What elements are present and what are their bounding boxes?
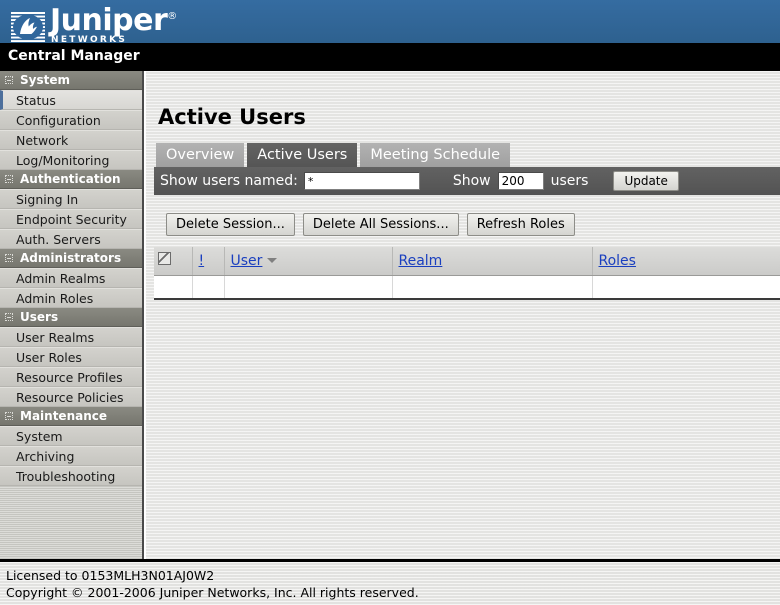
select-all-icon[interactable] [158,251,171,265]
sidebar-item-system[interactable]: System [0,426,142,446]
sidebar-item-label: Signing In [16,192,79,207]
sidebar-item-label: Log/Monitoring [16,153,110,168]
sidebar-group-users[interactable]: Users [0,308,142,327]
sidebar-item-admin-realms[interactable]: Admin Realms [0,268,142,288]
sidebar-group-label: Users [20,310,59,324]
tab-label: Meeting Schedule [370,147,501,163]
show-count-label: Show [452,173,491,189]
refresh-roles-button[interactable]: Refresh Roles [466,213,575,236]
sidebar-item-resource-profiles[interactable]: Resource Profiles [0,367,142,387]
table-header-row: ! User Realm Roles [154,247,780,276]
sidebar-item-label: Configuration [16,113,101,128]
main-content: Active Users Overview Active Users Meeting… [146,71,780,559]
sidebar-item-troubleshooting[interactable]: Troubleshooting [0,466,142,486]
minus-box-icon[interactable] [5,254,13,262]
minus-box-icon[interactable] [5,76,13,84]
sidebar-item-label: Resource Policies [16,390,124,405]
users-unit-label: users [550,173,589,189]
sidebar-group-label: Administrators [20,251,122,265]
sidebar-item-label: System [16,429,63,444]
column-header-roles[interactable]: Roles [592,247,780,276]
table-row [154,275,780,300]
sidebar-item-label: Network [16,133,69,148]
sidebar-item-archiving[interactable]: Archiving [0,446,142,466]
sidebar-group-maintenance[interactable]: Maintenance [0,407,142,426]
sidebar-item-label: Status [16,93,56,108]
footer: Licensed to 0153MLH3N01AJ0W2 Copyright ©… [0,562,780,605]
tab-active-users[interactable]: Active Users [247,143,358,167]
delete-session-button[interactable]: Delete Session... [166,213,295,236]
sidebar-item-label: Admin Realms [16,271,106,286]
sidebar-item-label: Endpoint Security [16,212,127,227]
minus-box-icon[interactable] [5,175,13,183]
column-header-link[interactable]: User [231,253,263,269]
sidebar-item-label: Resource Profiles [16,370,123,385]
sidebar-item-user-roles[interactable]: User Roles [0,347,142,367]
sidebar-item-resource-policies[interactable]: Resource Policies [0,387,142,407]
column-header-user[interactable]: User [224,247,393,276]
show-users-named-label: Show users named: [160,173,298,189]
tab-bar[interactable]: Overview Active Users Meeting Schedule [156,143,511,167]
column-header-link[interactable]: Realm [399,253,443,269]
sidebar-item-label: Admin Roles [16,291,94,306]
registered-mark: ® [167,11,177,22]
sidebar-item-configuration[interactable]: Configuration [0,110,142,130]
sidebar-item-admin-roles[interactable]: Admin Roles [0,288,142,308]
brand-name: Juniper [50,3,168,38]
column-header-link[interactable]: Roles [599,253,636,269]
sidebar-item-label: Auth. Servers [16,232,101,247]
sidebar-item-label: User Roles [16,350,82,365]
chevron-down-icon[interactable] [267,258,278,264]
sidebar-item-user-realms[interactable]: User Realms [0,327,142,347]
tab-label: Active Users [257,147,348,163]
sidebar-group-administrators[interactable]: Administrators [0,249,142,268]
sidebar-group-system[interactable]: System [0,71,142,90]
column-header-realm[interactable]: Realm [392,247,593,276]
app-header-bar: Central Manager [0,43,780,71]
tab-meeting-schedule[interactable]: Meeting Schedule [360,143,511,167]
app-window: Juniper® NETWORKS Central Manager System… [0,0,780,605]
tab-overview[interactable]: Overview [156,143,245,167]
page-title: Active Users [158,105,306,129]
show-users-named-input[interactable] [303,172,420,190]
sidebar-group-label: Authentication [20,172,121,186]
update-button[interactable]: Update [613,171,679,191]
sidebar-item-status[interactable]: Status [0,90,142,110]
sidebar-item-label: Troubleshooting [16,469,116,484]
app-title: Central Manager [8,48,140,64]
table-cell [392,275,593,300]
table-cell [224,275,393,300]
table-cell [592,275,780,300]
sidebar-navigation[interactable]: System Status Configuration Network Log/Moni… [0,71,144,559]
license-text: Licensed to 0153MLH3N01AJ0W2 [6,568,215,583]
active-users-table: ! User Realm Roles [154,247,780,300]
minus-box-icon[interactable] [5,412,13,420]
sidebar-item-signing-in[interactable]: Signing In [0,189,142,209]
juniper-logo-icon [11,12,45,42]
table-cell [192,275,225,300]
sidebar-item-label: User Realms [16,330,95,345]
sidebar-group-label: Maintenance [20,409,108,423]
juniper-logo[interactable]: Juniper® NETWORKS [10,2,177,43]
copyright-text: Copyright © 2001-2006 Juniper Networks, … [6,585,419,600]
sidebar-item-label: Archiving [16,449,75,464]
show-count-input[interactable] [497,172,544,190]
sidebar-group-authentication[interactable]: Authentication [0,170,142,189]
brand-header: Juniper® NETWORKS [0,0,780,43]
sidebar-item-log-monitoring[interactable]: Log/Monitoring [0,150,142,170]
table-cell [154,275,193,300]
minus-box-icon[interactable] [5,313,13,321]
column-header-select[interactable]: ! [192,247,225,276]
sidebar-item-network[interactable]: Network [0,130,142,150]
sidebar-item-endpoint-security[interactable]: Endpoint Security [0,209,142,229]
column-header-link[interactable]: ! [199,253,205,269]
tab-label: Overview [166,147,235,163]
filter-toolbar: Show users named: Show users Update [154,167,780,195]
delete-all-sessions-button[interactable]: Delete All Sessions... [302,213,459,236]
sidebar-group-label: System [20,73,70,87]
sidebar-item-auth-servers[interactable]: Auth. Servers [0,229,142,249]
column-header-select[interactable] [154,247,193,276]
action-button-row[interactable]: Delete Session... Delete All Sessions... R… [166,213,575,236]
